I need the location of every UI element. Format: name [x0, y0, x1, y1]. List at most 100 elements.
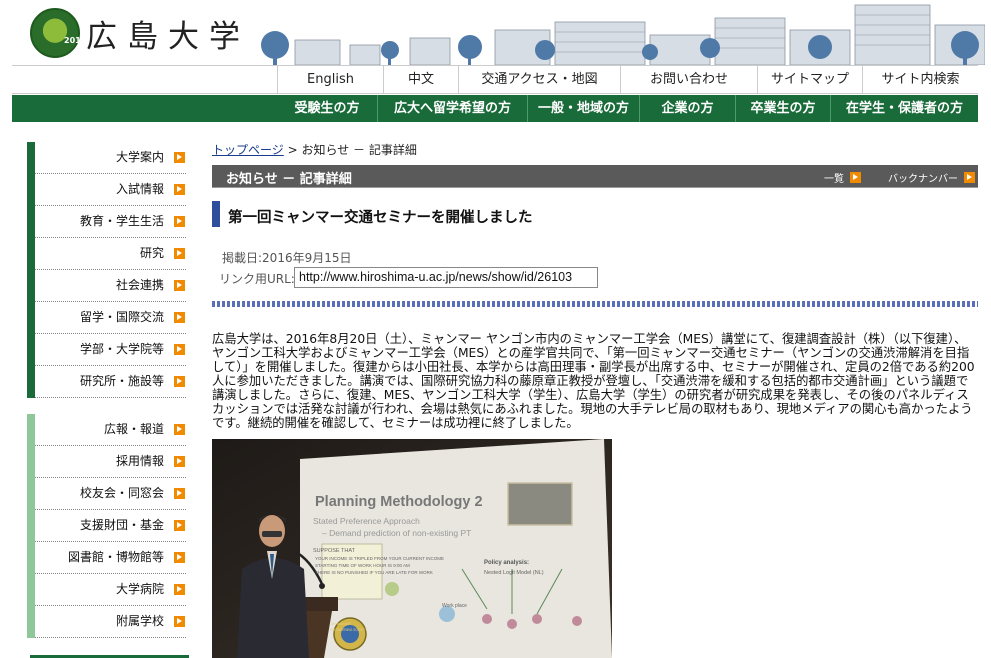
slide-bullet-1: Stated Preference Approach [313, 516, 420, 526]
slide-suppose: SUPPOSE THAT [313, 548, 356, 554]
title-marker [212, 201, 220, 227]
arrow-right-icon [174, 280, 185, 291]
breadcrumb-separator: > [283, 143, 302, 157]
slide-line-2: STARTING TIME OF WORK HOUR IS 9:00 AM [315, 563, 410, 568]
podium-text-2: ENGINEERING SOCIETY [330, 628, 368, 632]
arrow-right-icon [174, 424, 185, 435]
slide-workplace: Work place [442, 603, 467, 609]
sidebar-item-admissions[interactable]: 入試情報 [35, 174, 186, 206]
sidebar-item-pr[interactable]: 広報・報道 [35, 414, 186, 446]
sidebar-item-foundation[interactable]: 支援財団・基金 [35, 510, 186, 542]
university-logo[interactable] [30, 8, 80, 58]
sidebar-item-recruitment[interactable]: 採用情報 [35, 446, 186, 478]
sidebar-item-label: 学部・大学院等 [79, 342, 164, 356]
arrow-right-icon [174, 376, 185, 387]
breadcrumb: トップページ > お知らせ － 記事詳細 [212, 141, 417, 158]
logo-year: 2017 [64, 36, 87, 45]
main-nav-students-parents[interactable]: 在学生・保護者の方 [830, 95, 978, 122]
sidebar-item-community[interactable]: 社会連携 [35, 270, 186, 302]
dotted-divider [212, 301, 978, 307]
util-nav-contact[interactable]: お問い合わせ [620, 66, 757, 94]
article-title: 第一回ミャンマー交通セミナーを開催しました [228, 210, 533, 226]
sidebar-accent-bar [27, 142, 35, 398]
sidebar-secondary: 広報・報道 採用情報 校友会・同窓会 支援財団・基金 図書館・博物館等 大学病院… [27, 414, 186, 638]
sidebar-item-label: 採用情報 [115, 454, 164, 468]
main-nav-international-students[interactable]: 広大へ留学希望の方 [377, 95, 527, 122]
publish-date: 掲載日:2016年9月15日 [222, 251, 352, 265]
sidebar-item-research[interactable]: 研究 [35, 238, 186, 270]
arrow-right-icon [174, 312, 185, 323]
sidebar-item-affiliated-schools[interactable]: 附属学校 [35, 606, 186, 638]
arrow-right-icon [174, 584, 185, 595]
site-header: 2017 広島大学 [0, 0, 991, 65]
sidebar-item-alumni-association[interactable]: 校友会・同窓会 [35, 478, 186, 510]
arrow-right-icon [174, 520, 185, 531]
sidebar-item-international[interactable]: 留学・国際交流 [35, 302, 186, 334]
arrow-right-icon [174, 488, 185, 499]
sidebar-item-label: 図書館・博物館等 [67, 550, 164, 564]
util-nav-access[interactable]: 交通アクセス・地図 [458, 66, 620, 94]
arrow-right-icon [174, 216, 185, 227]
sidebar-item-label: 支援財団・基金 [79, 518, 164, 532]
slide-line-1: YOUR INCOME IS TRIPLED FROM YOUR CURRENT… [315, 556, 444, 561]
sidebar-item-library-museum[interactable]: 図書館・博物館等 [35, 542, 186, 574]
arrow-right-icon [174, 344, 185, 355]
sidebar-item-label: 大学案内 [115, 150, 164, 164]
sidebar-item-hospital[interactable]: 大学病院 [35, 574, 186, 606]
arrow-right-icon [850, 172, 861, 183]
main-nav-companies[interactable]: 企業の方 [639, 95, 735, 122]
breadcrumb-home-link[interactable]: トップページ [212, 143, 284, 157]
sidebar-item-faculties[interactable]: 学部・大学院等 [35, 334, 186, 366]
main-nav-applicants[interactable]: 受験生の方 [277, 95, 377, 122]
sidebar-item-label: 社会連携 [115, 278, 164, 292]
list-link-label: 一覧 [824, 174, 844, 185]
util-nav-chinese[interactable]: 中文 [383, 66, 458, 94]
sidebar-item-label: 研究所・施設等 [79, 374, 164, 388]
section-title: お知らせ － 記事詳細 [226, 172, 352, 187]
sidebar-item-about[interactable]: 大学案内 [35, 142, 186, 174]
sidebar-item-label: 大学病院 [115, 582, 164, 596]
sidebar-item-label: 教育・学生生活 [79, 214, 164, 228]
slide-title: Planning Methodology 2 [315, 494, 483, 510]
list-link[interactable]: 一覧 [824, 170, 861, 185]
slide-policy: Policy analysis: [484, 560, 529, 566]
sidebar-item-institutes[interactable]: 研究所・施設等 [35, 366, 186, 398]
sidebar-item-label: 校友会・同窓会 [79, 486, 164, 500]
back-number-label: バックナンバー [888, 174, 958, 185]
article-body: 広島大学は、2016年8月20日（土）、ミャンマー ヤンゴン市内のミャンマー工学… [212, 332, 975, 430]
slide-nested: Nested Logit Model (NL) [484, 570, 544, 576]
link-url-label: リンク用URL: [219, 272, 295, 286]
sidebar-item-label: 附属学校 [115, 614, 164, 628]
seminar-photo-illustration: Planning Methodology 2 Stated Preference… [212, 439, 612, 658]
slide-line-3: THERE IS NO PUNISHED IF YOU ARE LATE FOR… [315, 570, 433, 575]
campus-skyline-illustration [261, 4, 985, 65]
main-nav-alumni[interactable]: 卒業生の方 [735, 95, 830, 122]
sidebar-item-label: 研究 [139, 246, 164, 260]
site-name[interactable]: 広島大学 [86, 11, 250, 56]
arrow-right-icon [964, 172, 975, 183]
arrow-right-icon [174, 616, 185, 627]
arrow-right-icon [174, 552, 185, 563]
sidebar-item-label: 広報・報道 [103, 422, 164, 436]
back-number-link[interactable]: バックナンバー [888, 170, 975, 185]
main-nav-public[interactable]: 一般・地域の方 [527, 95, 639, 122]
link-url-field[interactable]: http://www.hiroshima-u.ac.jp/news/show/i… [294, 267, 598, 288]
article-photo[interactable]: Planning Methodology 2 Stated Preference… [212, 439, 612, 658]
slide-bullet-2: – Demand prediction of non-existing PT [322, 528, 471, 538]
util-nav-site-search[interactable]: サイト内検索 [862, 66, 978, 94]
arrow-right-icon [174, 184, 185, 195]
arrow-right-icon [174, 248, 185, 259]
sidebar-accent-bar [27, 414, 35, 638]
arrow-right-icon [174, 152, 185, 163]
sidebar-item-label: 留学・国際交流 [79, 310, 164, 324]
utility-nav: English 中文 交通アクセス・地図 お問い合わせ サイトマップ サイト内検… [12, 65, 978, 94]
podium-text-1: MYANMAR [331, 621, 351, 626]
util-nav-sitemap[interactable]: サイトマップ [757, 66, 862, 94]
arrow-right-icon [174, 456, 185, 467]
sidebar-item-education[interactable]: 教育・学生生活 [35, 206, 186, 238]
util-nav-english[interactable]: English [277, 66, 383, 94]
breadcrumb-current: お知らせ － 記事詳細 [301, 143, 417, 157]
sidebar-primary: 大学案内 入試情報 教育・学生生活 研究 社会連携 留学・国際交流 学部・大学院… [27, 142, 186, 398]
section-header-bar: お知らせ － 記事詳細 一覧 バックナンバー [212, 165, 978, 188]
main-nav: 受験生の方 広大へ留学希望の方 一般・地域の方 企業の方 卒業生の方 在学生・保… [12, 95, 978, 122]
